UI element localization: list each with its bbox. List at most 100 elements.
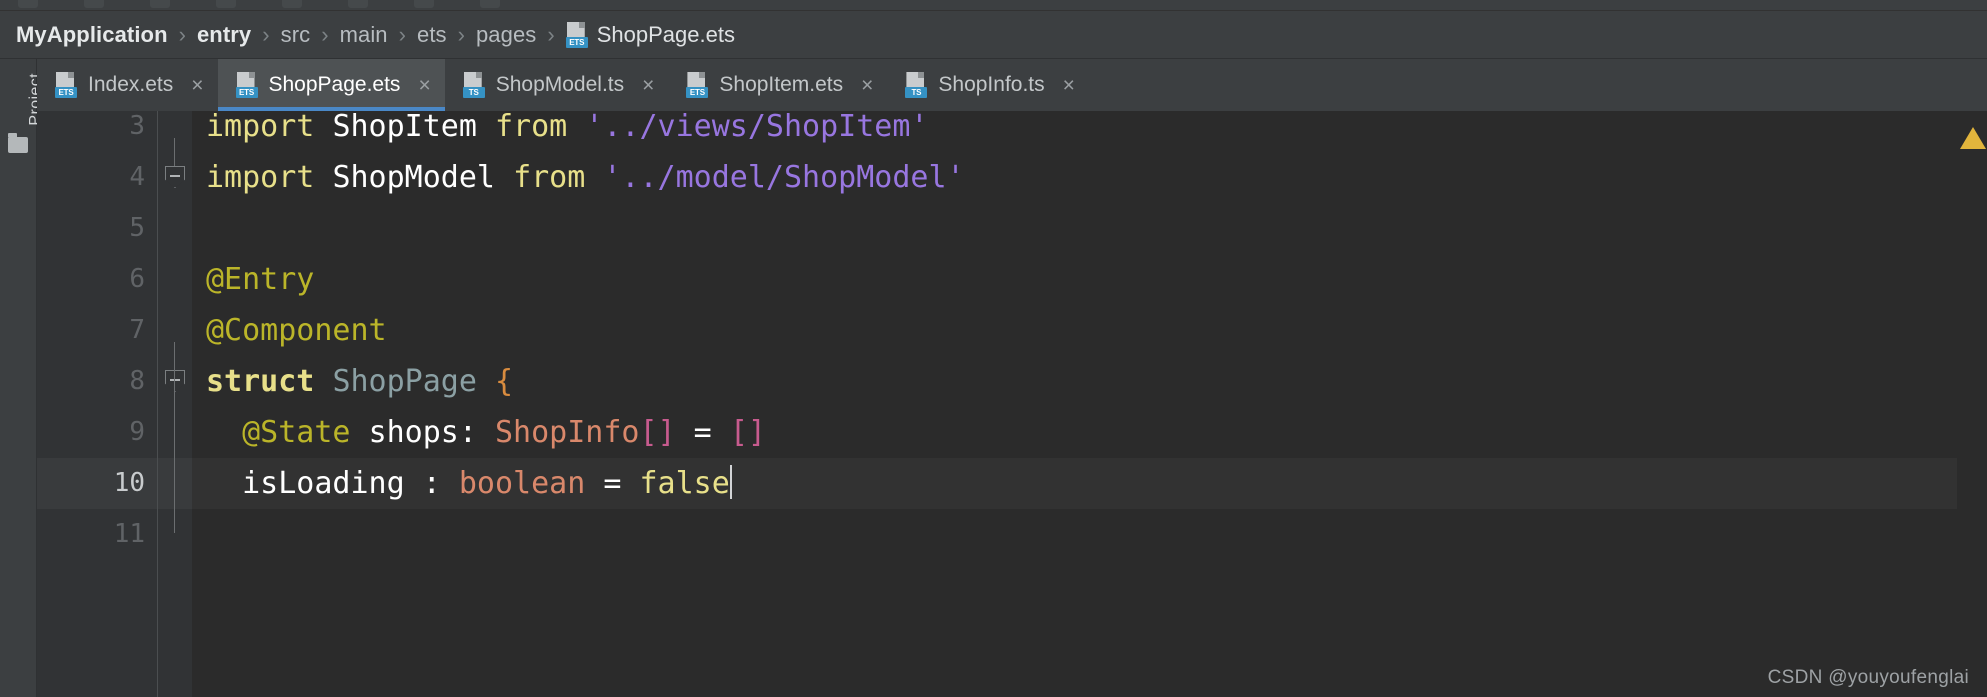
editor-tab[interactable]: ETS ShopPage.ets × xyxy=(217,59,445,111)
code-line[interactable]: import ShopModel from '../model/ShopMode… xyxy=(206,152,965,203)
tab-close-icon[interactable]: × xyxy=(191,75,203,96)
code-token: ShopPage xyxy=(332,364,495,399)
line-number: 4 xyxy=(129,162,145,192)
breadcrumb-item[interactable]: main xyxy=(340,22,388,48)
fold-shield xyxy=(165,166,185,188)
line-number: 3 xyxy=(129,111,145,141)
code-fold-toggle-icon[interactable] xyxy=(165,370,185,392)
code-line[interactable]: struct ShopPage { xyxy=(206,356,513,407)
line-number: 5 xyxy=(129,213,145,243)
breadcrumb-item[interactable]: src xyxy=(281,22,311,48)
tab-close-icon[interactable]: × xyxy=(642,75,654,96)
file-type-badge: ETS xyxy=(55,87,77,98)
line-number: 7 xyxy=(129,315,145,345)
editor-tab[interactable]: TS ShopModel.ts × xyxy=(445,59,669,111)
breadcrumb: MyApplication › entry › src › main › ets › pages › E… xyxy=(0,11,1987,59)
ts-file-icon: TS xyxy=(905,72,928,98)
left-tool-strip: Project xyxy=(0,59,44,697)
line-number: 6 xyxy=(129,264,145,294)
code-line[interactable]: @Entry xyxy=(206,254,314,305)
toolbar-icon[interactable] xyxy=(348,0,368,8)
toolbar-icon[interactable] xyxy=(414,0,434,8)
tab-close-icon[interactable]: × xyxy=(1063,75,1075,96)
breadcrumb-item[interactable]: ets xyxy=(417,22,447,48)
editor-tab[interactable]: TS ShopInfo.ts × xyxy=(887,59,1089,111)
code-editor[interactable]: 3 4 5 6 7 8 9 10 11 import ShopItem from '../vie… xyxy=(37,111,1987,697)
toolbar-icon[interactable] xyxy=(150,0,170,8)
file-corner xyxy=(699,72,706,78)
code-token: @State xyxy=(206,415,369,450)
file-corner xyxy=(248,72,255,78)
fold-region-line xyxy=(174,138,175,166)
file-corner xyxy=(918,72,925,78)
toolbar-strip xyxy=(0,0,1987,11)
text-caret xyxy=(729,465,732,499)
current-line-fold-highlight xyxy=(158,458,192,509)
editor-column: ETS Index.ets × ETS ShopPage.ets × TS ShopModel… xyxy=(37,59,1987,697)
breadcrumb-separator-icon: › xyxy=(457,21,465,47)
breadcrumb-file-label: ShopPage.ets xyxy=(596,21,735,47)
code-token: from xyxy=(513,160,604,195)
fold-region-line xyxy=(174,342,175,370)
editor-tab[interactable]: ETS ShopItem.ets × xyxy=(668,59,887,111)
file-type-badge: ETS xyxy=(565,36,588,48)
tab-close-icon[interactable]: × xyxy=(418,75,430,96)
ets-file-icon: ETS xyxy=(686,72,709,98)
toolbar-icons xyxy=(0,0,1987,10)
code-text-area[interactable]: import ShopItem from '../views/ShopItem'… xyxy=(192,111,1987,697)
warning-triangle-icon[interactable] xyxy=(1960,127,1986,149)
toolbar-icon[interactable] xyxy=(18,0,38,8)
marker-scrollbar-strip[interactable] xyxy=(1957,111,1987,697)
code-token: [] xyxy=(729,415,766,450)
toolbar-icon[interactable] xyxy=(282,0,302,8)
line-number: 8 xyxy=(129,366,145,396)
editor-tab[interactable]: ETS Index.ets × xyxy=(37,59,218,111)
breadcrumb-separator-icon: › xyxy=(262,21,270,47)
editor-tab-label: ShopInfo.ts xyxy=(938,73,1045,96)
breadcrumb-item-file[interactable]: ETS ShopPage.ets xyxy=(565,21,735,48)
code-token: shops: xyxy=(368,415,495,450)
line-number: 9 xyxy=(129,417,145,447)
code-line[interactable]: import ShopItem from '../views/ShopItem' xyxy=(206,111,928,152)
code-token: @Entry xyxy=(206,262,315,297)
code-line[interactable]: @State shops: ShopInfo[] = [] xyxy=(206,407,766,458)
ide-window: MyApplication › entry › src › main › ets › pages › E… xyxy=(0,0,1987,697)
fold-shield xyxy=(165,370,185,392)
file-type-badge: ETS xyxy=(235,87,258,98)
folder-icon[interactable] xyxy=(8,133,28,153)
code-token: '../views/ShopItem' xyxy=(585,111,929,144)
code-fold-toggle-icon[interactable] xyxy=(165,166,185,188)
ets-file-icon: ETS xyxy=(55,72,77,98)
code-token: [] xyxy=(639,415,676,450)
file-type-badge: TS xyxy=(462,87,485,98)
editor-tab-label: Index.ets xyxy=(88,73,174,96)
toolbar-icon[interactable] xyxy=(216,0,236,8)
line-number: 10 xyxy=(113,468,145,498)
code-token: '../model/ShopModel' xyxy=(603,160,965,195)
file-type-badge: TS xyxy=(905,87,928,98)
ts-file-icon: TS xyxy=(462,72,485,98)
ets-file-icon: ETS xyxy=(235,72,258,98)
breadcrumb-item[interactable]: pages xyxy=(476,22,536,48)
breadcrumb-separator-icon: › xyxy=(178,21,186,47)
fold-minus-icon xyxy=(170,175,180,177)
breadcrumb-separator-icon: › xyxy=(547,21,555,47)
toolbar-icon[interactable] xyxy=(84,0,104,8)
breadcrumb-item[interactable]: entry xyxy=(197,22,251,48)
code-token: { xyxy=(495,364,514,399)
code-fold-gutter[interactable] xyxy=(158,111,192,697)
code-token: boolean xyxy=(458,466,586,501)
file-type-badge: ETS xyxy=(686,87,709,98)
code-token: = xyxy=(585,466,640,501)
code-line[interactable]: @Component xyxy=(206,305,387,356)
toolbar-icon[interactable] xyxy=(480,0,500,8)
code-token: struct xyxy=(206,364,333,399)
code-line[interactable]: isLoading : boolean = false xyxy=(206,458,732,509)
editor-tab-label: ShopPage.ets xyxy=(268,73,401,96)
fold-minus-icon xyxy=(170,379,180,381)
code-token: false xyxy=(639,466,730,501)
code-token: import xyxy=(206,111,333,144)
main-body: Project ETS Index.ets × ETS ShopPage.ets × TS S… xyxy=(0,59,1987,697)
tab-close-icon[interactable]: × xyxy=(861,75,873,96)
breadcrumb-item[interactable]: MyApplication xyxy=(16,22,168,48)
